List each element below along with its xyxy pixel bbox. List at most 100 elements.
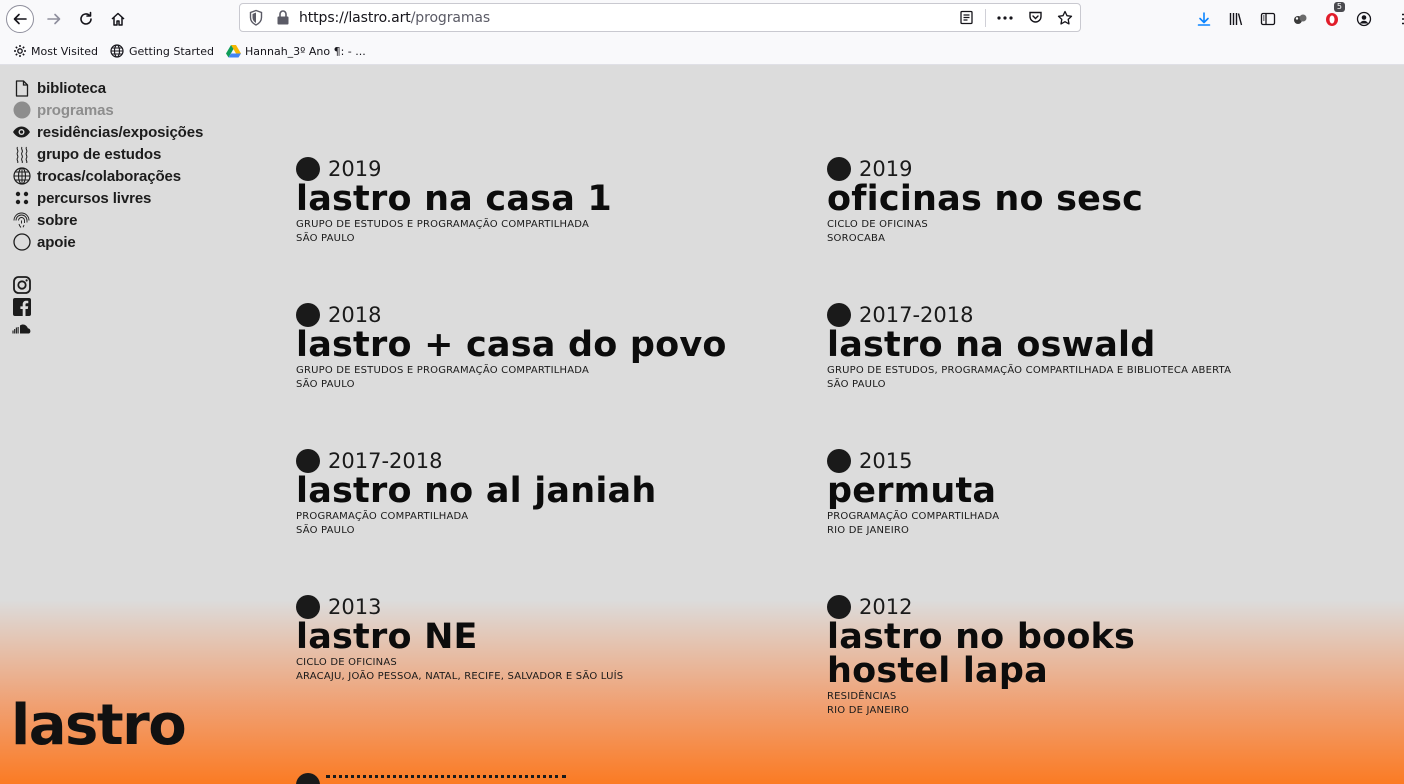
fingerprint-icon: [12, 211, 31, 230]
extension-bubbles-icon: [1294, 14, 1307, 24]
library-button[interactable]: [1220, 7, 1252, 31]
program-card[interactable]: 2015 permuta PROGRAMAÇÃO COMPARTILHADA R…: [827, 449, 1327, 538]
program-category: PROGRAMAÇÃO COMPARTILHADA: [296, 511, 469, 522]
nav-item-grupo-de-estudos[interactable]: grupo de estudos: [12, 143, 203, 165]
program-year: 2017-2018: [859, 303, 974, 327]
menu-button[interactable]: [1392, 7, 1404, 31]
extension-button[interactable]: [1284, 7, 1316, 31]
google-drive-icon: [226, 44, 241, 59]
sidebar-button[interactable]: [1252, 7, 1284, 31]
back-button[interactable]: [6, 5, 34, 33]
bullet-dot-icon: [296, 595, 320, 619]
program-card[interactable]: 2013 lastro NE CICLO DE OFICINAS ARACAJU…: [296, 595, 796, 684]
program-card[interactable]: 2017-2018 lastro no al janiah PROGRAMAÇÃ…: [296, 449, 796, 538]
nav-label: trocas/colaborações: [37, 167, 181, 185]
nav-item-sobre[interactable]: sobre: [12, 209, 203, 231]
program-title[interactable]: lastro NE: [296, 620, 796, 655]
bookmark-star-button[interactable]: [1050, 4, 1080, 31]
nav-label: programas: [37, 101, 114, 119]
nav-label: apoie: [37, 233, 76, 251]
red-shield-icon: [1326, 13, 1338, 26]
home-button[interactable]: [104, 5, 132, 33]
pocket-button[interactable]: [1020, 4, 1050, 31]
nav-label: sobre: [37, 211, 78, 229]
instagram-link[interactable]: [12, 275, 32, 295]
filled-circle-icon: [12, 101, 31, 120]
reload-button[interactable]: [72, 5, 100, 33]
url-text[interactable]: https://lastro.art/programas: [299, 10, 490, 26]
site-logo[interactable]: lastro: [11, 698, 187, 754]
program-card[interactable]: 2017-2018 lastro na oswald GRUPO DE ESTU…: [827, 303, 1327, 392]
facebook-icon: [13, 298, 31, 316]
bullet-dot-icon: [827, 449, 851, 473]
program-title[interactable]: lastro na oswald: [827, 328, 1327, 363]
forward-button[interactable]: [40, 5, 68, 33]
program-year: 2019: [859, 157, 913, 181]
nav-item-programas[interactable]: programas: [12, 99, 203, 121]
next-program-card-partial: [296, 773, 596, 784]
program-title[interactable]: lastro no al janiah: [296, 474, 796, 509]
nav-label: grupo de estudos: [37, 145, 162, 163]
program-location: SOROCABA: [827, 233, 886, 244]
social-links: [12, 275, 32, 341]
four-dots-icon: [12, 189, 31, 208]
facebook-link[interactable]: [12, 297, 32, 317]
nav-item-residencias[interactable]: residências/exposições: [12, 121, 203, 143]
nav-label: percursos livres: [37, 189, 152, 207]
program-location: ARACAJU, JOÃO PESSOA, NATAL, RECIFE, SAL…: [296, 671, 624, 682]
bookmark-getting-started[interactable]: Getting Started: [110, 44, 214, 59]
nav-label: biblioteca: [37, 79, 107, 97]
nav-item-percursos-livres[interactable]: percursos livres: [12, 187, 203, 209]
program-category: GRUPO DE ESTUDOS, PROGRAMAÇÃO COMPARTILH…: [827, 365, 1232, 376]
arrow-right-icon: [47, 13, 61, 25]
circle-outline-icon: [12, 233, 31, 252]
program-title[interactable]: lastro na casa 1: [296, 182, 796, 217]
star-icon: [1057, 10, 1073, 25]
program-title[interactable]: permuta: [827, 474, 1327, 509]
bullet-dot-icon: [296, 303, 320, 327]
page-actions-button[interactable]: [990, 4, 1020, 31]
more-horizontal-icon: [997, 15, 1013, 20]
nav-item-apoie[interactable]: apoie: [12, 231, 203, 253]
nav-item-biblioteca[interactable]: biblioteca: [12, 77, 203, 99]
program-card[interactable]: 2012 lastro no books hostel lapa RESIDÊN…: [827, 595, 1267, 718]
bookmark-hannah[interactable]: Hannah_3º Ano ¶: - ...: [226, 44, 366, 59]
bullet-dot-icon: [296, 157, 320, 181]
globe-icon: [110, 44, 125, 59]
downloads-button[interactable]: [1188, 7, 1220, 31]
bullet-dot-icon: [827, 157, 851, 181]
program-card[interactable]: 2018 lastro + casa do povo GRUPO DE ESTU…: [296, 303, 796, 392]
wavy-lines-icon: [12, 145, 31, 164]
program-card[interactable]: 2019 lastro na casa 1 GRUPO DE ESTUDOS E…: [296, 157, 796, 246]
program-year: 2019: [328, 157, 382, 181]
bookmark-most-visited[interactable]: Most Visited: [12, 44, 98, 59]
globe-icon: [12, 167, 31, 186]
program-category: CICLO DE OFICINAS: [827, 219, 928, 230]
eye-icon: [12, 123, 31, 142]
program-year: 2015: [859, 449, 913, 473]
program-title[interactable]: lastro + casa do povo: [296, 328, 796, 363]
reader-view-button[interactable]: [951, 4, 981, 31]
lock-icon[interactable]: [276, 9, 290, 27]
bookmarks-toolbar: Most Visited Getting Started Hannah_3º A…: [0, 38, 1404, 65]
home-icon: [111, 12, 125, 26]
nav-label: residências/exposições: [37, 123, 204, 141]
program-location: SÃO PAULO: [827, 379, 886, 390]
bullet-dot-icon: [296, 449, 320, 473]
shield-icon[interactable]: [248, 9, 264, 27]
program-year: 2013: [328, 595, 382, 619]
program-title[interactable]: oficinas no sesc: [827, 182, 1327, 217]
program-year: 2018: [328, 303, 382, 327]
program-location: SÃO PAULO: [296, 525, 355, 536]
program-title[interactable]: lastro no books hostel lapa: [827, 620, 1267, 689]
account-button[interactable]: [1348, 7, 1380, 31]
program-category: PROGRAMAÇÃO COMPARTILHADA: [827, 511, 1000, 522]
browser-toolbar: https://lastro.art/programas 5: [0, 0, 1404, 38]
extension-opera-button[interactable]: 5: [1316, 2, 1348, 31]
nav-item-trocas[interactable]: trocas/colaborações: [12, 165, 203, 187]
soundcloud-icon: [12, 324, 31, 334]
program-category: GRUPO DE ESTUDOS E PROGRAMAÇÃO COMPARTIL…: [296, 219, 590, 230]
program-card[interactable]: 2019 oficinas no sesc CICLO DE OFICINAS …: [827, 157, 1327, 246]
url-bar[interactable]: https://lastro.art/programas: [239, 3, 1081, 32]
soundcloud-link[interactable]: [12, 319, 32, 339]
